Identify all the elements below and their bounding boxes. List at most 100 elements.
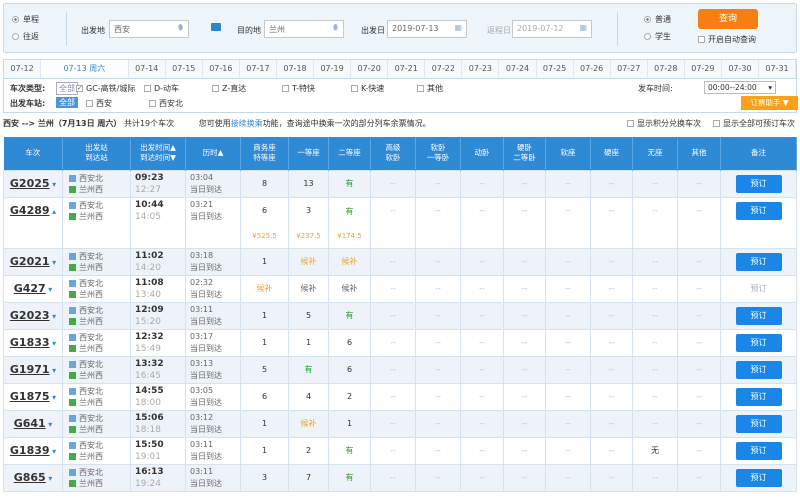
train-table: 车次 出发站 到达站 出发时间▲ 到达时间▼ 历时▲ 商务座 特等座 一等座 二等座 高级 软… [3, 137, 797, 492]
expand-icon[interactable]: ▾ [50, 312, 56, 321]
arrival-day: 当日到达 [190, 184, 222, 194]
date-tab[interactable]: 07-13 周六 [41, 60, 129, 78]
train-type-checkbox[interactable]: Z-直达 [212, 83, 246, 94]
date-tab[interactable]: 07-23 [462, 60, 500, 78]
checkbox[interactable] [417, 85, 424, 92]
train-number-link[interactable]: G2025 [10, 177, 50, 190]
train-number-link[interactable]: G1839 [10, 444, 50, 457]
date-tab[interactable]: 07-18 [276, 60, 315, 78]
start-station-icon [69, 201, 76, 209]
book-button[interactable]: 预订 [735, 333, 782, 352]
date-tab[interactable]: 07-30 [721, 60, 759, 78]
book-button[interactable]: 预订 [735, 174, 782, 193]
swap-icon[interactable] [211, 23, 221, 31]
date-tab[interactable]: 07-29 [684, 60, 722, 78]
train-type-checkbox[interactable]: K-快速 [351, 83, 384, 94]
date-tab[interactable]: 07-28 [647, 60, 685, 78]
book-button[interactable]: 预订 [735, 252, 782, 271]
column-header[interactable]: 出发时间▲ 到达时间▼ [130, 137, 186, 170]
train-type-checkbox[interactable]: D-动车 [144, 83, 179, 94]
from-input[interactable]: 西安 ⬮ [109, 20, 189, 38]
station-checkbox-xianbei[interactable]: 西安北 [149, 98, 183, 109]
date-tab[interactable]: 07-27 [610, 60, 648, 78]
book-button[interactable]: 预订 [735, 306, 782, 325]
expand-icon[interactable]: ▾ [46, 420, 52, 429]
expand-icon[interactable]: ▾ [50, 366, 56, 375]
seat-cell: -- [370, 247, 416, 276]
date-tab[interactable]: 07-16 [202, 60, 240, 78]
to-station: 兰州西 [69, 316, 130, 327]
date-tab[interactable]: 07-20 [351, 60, 389, 78]
expand-icon[interactable]: ▾ [50, 258, 56, 267]
date-tab[interactable]: 07-22 [425, 60, 463, 78]
book-button[interactable]: 预订 [735, 414, 782, 433]
arrival-day: 当日到达 [190, 478, 222, 488]
depart-time-select[interactable]: 00:00--24:00 ▾ [704, 81, 776, 94]
points-checkbox[interactable]: 显示积分兑换车次 [627, 118, 701, 129]
radio-student[interactable]: 学生 [644, 31, 671, 42]
checkbox[interactable] [144, 85, 151, 92]
auto-query-checkbox[interactable]: 开启自动查询 [698, 34, 756, 45]
depart-time: 15:06 [135, 412, 164, 423]
type-all-button[interactable]: 全部 [56, 82, 78, 95]
seat-cell: -- [460, 169, 504, 198]
train-number-link[interactable]: G1833 [10, 336, 50, 349]
date-tab[interactable]: 07-14 [128, 60, 166, 78]
radio-one-way[interactable]: 单程 [12, 14, 39, 25]
date-tab[interactable]: 07-25 [536, 60, 574, 78]
column-header[interactable]: 历时▲ [185, 137, 241, 170]
train-number-link[interactable]: G427 [14, 282, 46, 295]
radio-round-trip[interactable]: 往返 [12, 31, 39, 42]
book-button[interactable]: 预订 [735, 441, 782, 460]
checkbox[interactable] [351, 85, 358, 92]
train-type-checkbox[interactable]: ✓ GC-高铁/城际 [76, 83, 135, 94]
train-number-link[interactable]: G2021 [10, 255, 50, 268]
train-number-link[interactable]: G4289 [10, 204, 50, 217]
return-date-input[interactable]: 2019-07-12 ▦ [512, 20, 592, 38]
train-type-checkbox[interactable]: T-特快 [282, 83, 315, 94]
checkbox[interactable] [212, 85, 219, 92]
expand-icon[interactable]: ▾ [46, 474, 52, 483]
radio-normal[interactable]: 普通 [644, 14, 671, 25]
checkbox[interactable] [282, 85, 289, 92]
expand-icon[interactable]: ▾ [50, 447, 56, 456]
calendar-icon[interactable]: ▦ [454, 23, 462, 32]
book-button[interactable]: 预订 [735, 468, 782, 487]
expand-icon[interactable]: ▾ [50, 180, 56, 189]
date-tab[interactable]: 07-26 [573, 60, 611, 78]
all-bookable-checkbox[interactable]: 显示全部可预订车次 [713, 118, 795, 129]
to-station-name: 兰州西 [79, 184, 103, 194]
expand-icon[interactable]: ▾ [50, 339, 56, 348]
station-all-button[interactable]: 全部 [56, 97, 78, 108]
seat-cell: -- [590, 196, 633, 224]
checkbox[interactable]: ✓ [76, 85, 83, 92]
book-button[interactable]: 预订 [735, 360, 782, 379]
train-number-link[interactable]: G1875 [10, 390, 50, 403]
book-button[interactable]: 预订 [735, 201, 782, 220]
date-tab[interactable]: 07-17 [239, 60, 277, 78]
book-button[interactable]: 预订 [735, 387, 782, 406]
train-number-link[interactable]: G1971 [10, 363, 50, 376]
date-tab[interactable]: 07-12 [4, 60, 42, 78]
train-number-link[interactable]: G865 [14, 471, 46, 484]
booking-helper-button[interactable]: 订票助手 ▼ [741, 96, 798, 110]
date-tab[interactable]: 07-31 [758, 60, 797, 78]
date-tab[interactable]: 07-15 [165, 60, 203, 78]
station-checkbox-xian[interactable]: 西安 [86, 98, 112, 109]
train-type-checkbox[interactable]: 其他 [417, 83, 443, 94]
expand-icon[interactable]: ▾ [46, 285, 52, 294]
column-header: 硬卧 二等卧 [503, 137, 546, 170]
expand-icon[interactable]: ▾ [50, 393, 56, 402]
arrive-time: 15:20 [135, 316, 161, 327]
to-input[interactable]: 兰州 ⬮ [264, 20, 344, 38]
date-tab[interactable]: 07-21 [388, 60, 426, 78]
train-number-link[interactable]: G2023 [10, 309, 50, 322]
transfer-link[interactable]: 接续换乘 [231, 119, 263, 128]
train-number-link[interactable]: G641 [14, 417, 46, 430]
calendar-icon[interactable]: ▦ [579, 23, 587, 32]
query-button[interactable]: 查询 [698, 9, 758, 29]
date-tab[interactable]: 07-19 [314, 60, 352, 78]
expand-icon[interactable]: ▴ [50, 207, 56, 216]
date-tab[interactable]: 07-24 [499, 60, 537, 78]
depart-date-input[interactable]: 2019-07-13 ▦ [387, 20, 467, 38]
